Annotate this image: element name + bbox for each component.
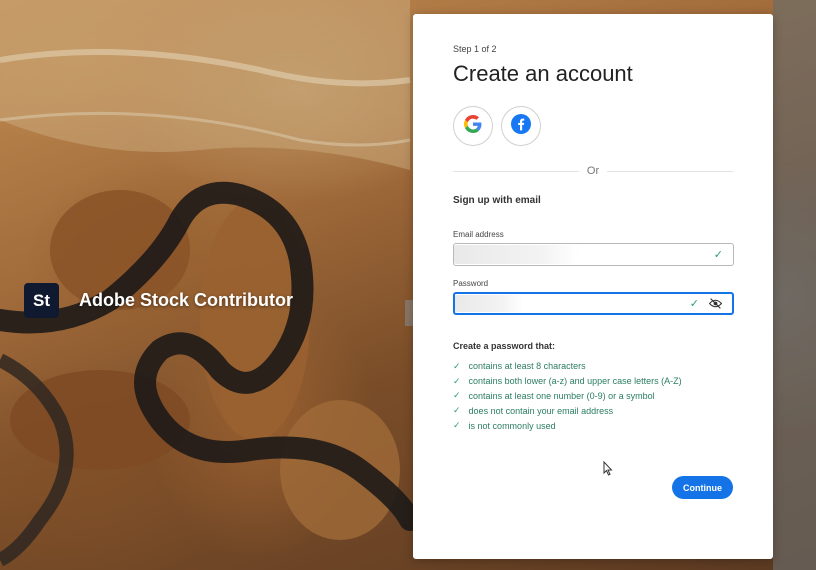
brand: St Adobe Stock Contributor — [24, 283, 293, 318]
requirement-item: ✓ contains both lower (a-z) and upper cas… — [453, 374, 733, 389]
requirement-item: ✓ does not contain your email address — [453, 403, 733, 418]
step-indicator: Step 1 of 2 — [453, 44, 497, 54]
eye-slash-icon[interactable] — [709, 298, 722, 309]
page-title: Create an account — [453, 61, 633, 86]
or-divider: Or — [453, 165, 734, 177]
facebook-icon — [511, 113, 531, 139]
email-valid-check-icon: ✓ — [713, 249, 723, 261]
check-icon: ✓ — [453, 405, 461, 416]
brand-name: Adobe Stock Contributor — [79, 290, 293, 310]
requirement-text: does not contain your email address — [468, 405, 614, 416]
requirement-item: ✓ contains at least 8 characters — [453, 359, 733, 374]
check-icon: ✓ — [453, 375, 461, 386]
social-login-group — [453, 106, 733, 146]
requirement-text: contains both lower (a-z) and upper case… — [468, 376, 682, 387]
requirement-item: ✓ contains at least one number (0-9) or a… — [453, 389, 733, 404]
password-valid-check-icon: ✓ — [689, 298, 699, 310]
requirement-text: contains at least one number (0-9) or a … — [468, 390, 655, 401]
mouse-cursor-icon — [603, 460, 613, 481]
or-text: Or — [586, 165, 600, 177]
divider-line-right — [607, 170, 734, 172]
requirement-text: contains at least 8 characters — [468, 361, 586, 372]
check-icon: ✓ — [453, 420, 461, 431]
check-icon: ✓ — [453, 360, 461, 371]
divider-line-left — [453, 170, 579, 172]
adobe-stock-logo: St — [24, 283, 59, 318]
password-label: Password — [453, 279, 489, 288]
email-signup-heading: Sign up with email — [453, 195, 541, 206]
requirement-item: ✓ is not commonly used — [453, 418, 733, 433]
password-requirements-title: Create a password that: — [453, 341, 556, 351]
password-value-redacted — [455, 295, 523, 312]
google-signin-button[interactable] — [453, 106, 493, 146]
email-label: Email address — [453, 230, 504, 239]
continue-button[interactable]: Continue — [672, 476, 733, 499]
requirement-text: is not commonly used — [468, 420, 556, 431]
password-requirements-list: ✓ contains at least 8 characters ✓ contain… — [453, 359, 733, 433]
google-icon — [464, 114, 482, 138]
facebook-signin-button[interactable] — [501, 106, 541, 146]
password-field[interactable]: ✓ — [453, 292, 734, 315]
email-value-redacted — [454, 245, 579, 264]
signup-card: Step 1 of 2 Create an account Or Sign up… — [413, 14, 773, 559]
email-field[interactable]: ✓ — [453, 243, 734, 266]
check-icon: ✓ — [453, 390, 461, 401]
